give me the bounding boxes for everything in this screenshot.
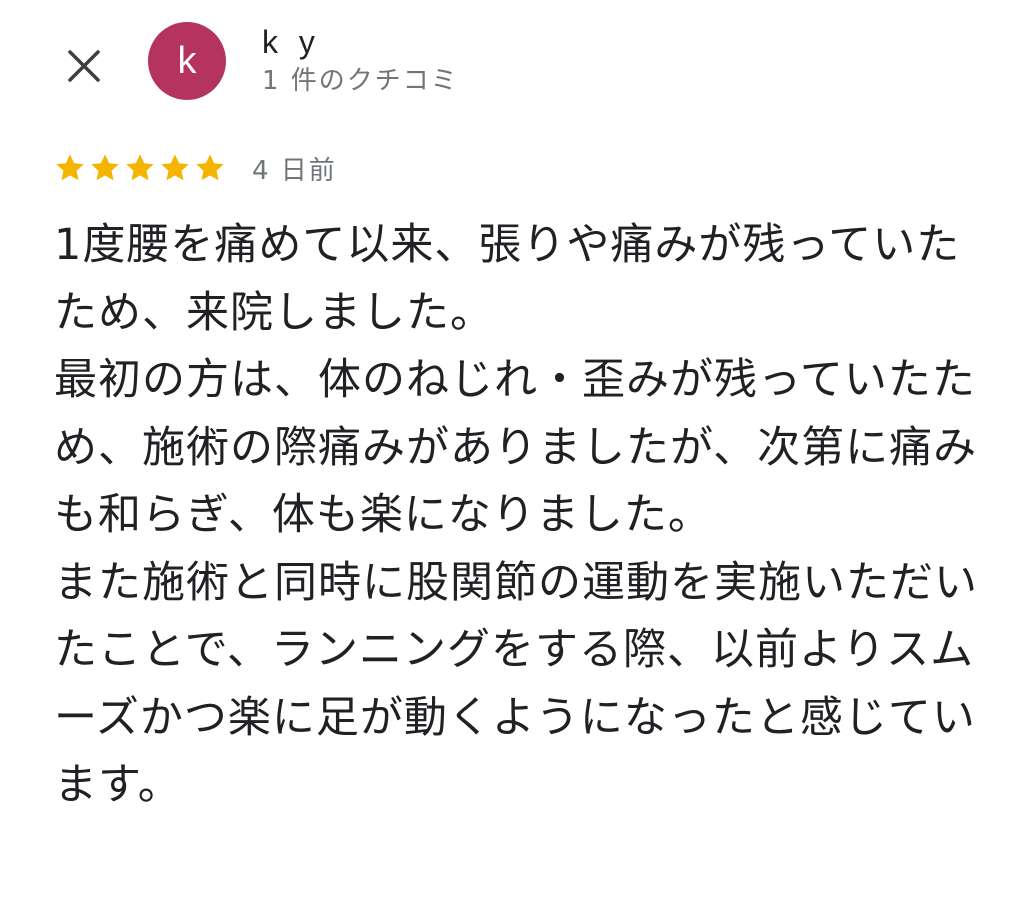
review-count: 1 件のクチコミ — [262, 66, 459, 96]
star-icon — [91, 154, 119, 181]
star-icon — [56, 154, 84, 181]
review-date: 4 日前 — [252, 155, 337, 186]
user-name[interactable]: k y — [262, 26, 321, 58]
star-icon — [196, 154, 224, 181]
star-rating — [54, 152, 226, 184]
close-icon — [68, 50, 100, 82]
star-icon — [161, 154, 189, 181]
avatar[interactable]: k — [148, 22, 226, 100]
review-text: 1度腰を痛めて以来、張りや痛みが残っていたため、来院しました。 最初の方は、体の… — [54, 220, 978, 810]
close-button[interactable] — [58, 40, 110, 92]
rating-row: 4 日前 — [54, 148, 337, 188]
star-icon — [126, 154, 154, 181]
avatar-letter: k — [177, 39, 197, 82]
